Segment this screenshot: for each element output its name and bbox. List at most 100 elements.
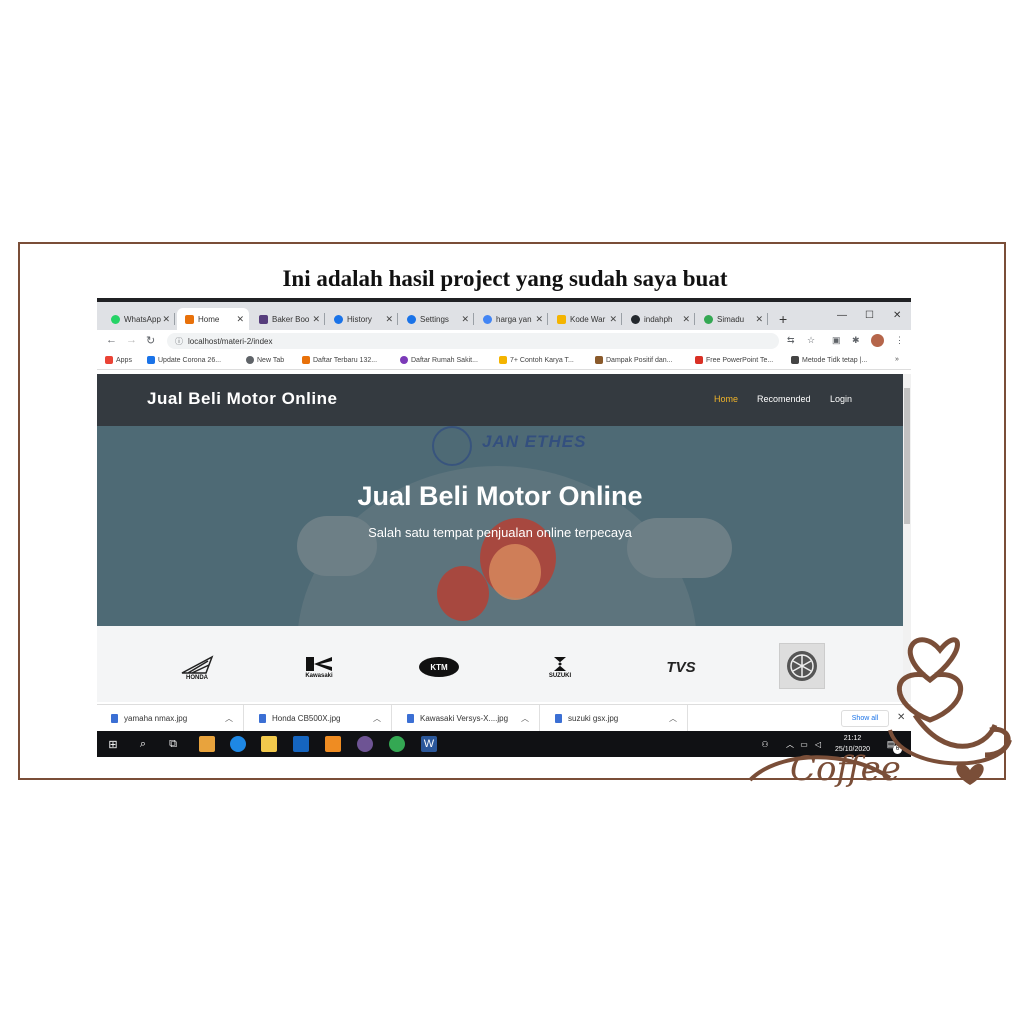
page-icon [791,356,799,364]
mail-icon[interactable] [293,736,309,752]
close-icon[interactable]: ✕ [236,314,244,325]
image-file-icon [259,714,266,723]
url-text: localhost/materi-2/index [188,336,273,346]
close-window-icon[interactable]: ✕ [893,310,901,321]
close-icon[interactable]: ✕ [461,314,469,325]
tab-bar: WhatsApp ✕ Home ✕ Baker Boo ✕ History ✕ Sett… [97,298,911,330]
nav-recommended-link[interactable]: Recomended [757,394,811,404]
download-item[interactable]: Honda CB500X.jpg ︿ [245,705,392,732]
hero-banner: JAN ETHES Jual Beli Motor Online Salah s… [97,426,903,626]
history-icon [334,314,343,324]
suzuki-logo[interactable]: SUZUKI [537,650,583,684]
tab-separator [473,313,474,325]
tab-history[interactable]: History ✕ [326,308,398,330]
search-icon[interactable]: ⌕ [135,736,151,752]
minimize-icon[interactable]: — [837,310,847,321]
close-icon[interactable]: ✕ [755,314,763,325]
ktm-logo[interactable]: KTM [417,650,461,684]
file-explorer-icon[interactable] [261,736,277,752]
task-view-icon[interactable]: ⧉ [165,736,181,752]
edge-icon[interactable] [230,736,246,752]
github-desktop-icon[interactable] [357,736,373,752]
bookmark-powerpoint[interactable]: Free PowerPoint Te... [695,356,773,364]
kawasaki-logo[interactable]: Kawasaki [299,650,339,684]
gear-icon [407,314,416,324]
github-icon [631,314,640,324]
tab-whatsapp[interactable]: WhatsApp ✕ [103,308,175,330]
bookmark-label: Free PowerPoint Te... [706,356,774,364]
nav-home-link[interactable]: Home [714,394,738,404]
logo-label: TVS [666,658,696,676]
close-icon[interactable]: ✕ [609,314,617,325]
close-icon[interactable]: ✕ [162,314,170,325]
download-item[interactable]: Kawasaki Versys-X....jpg ︿ [393,705,540,732]
close-icon[interactable]: ✕ [535,314,543,325]
heart-icon [956,763,984,785]
windows-start-icon[interactable]: ⊞ [105,736,121,752]
download-filename: yamaha nmax.jpg [124,714,188,723]
url-field[interactable]: ⓘ localhost/materi-2/index [167,333,779,349]
bookmark-label: Dampak Positif dan... [606,356,673,364]
tab-label: Home [198,314,220,324]
tab-github[interactable]: indahph ✕ [623,308,695,330]
address-bar-row: ← → ↻ ⓘ localhost/materi-2/index ⇆ ☆ ▣ ✱… [97,330,911,352]
site-brand[interactable]: Jual Beli Motor Online [147,389,337,409]
forward-icon[interactable]: → [126,334,137,346]
bookmark-apps[interactable]: Apps [105,356,132,364]
tvs-logo[interactable]: TVS [655,650,707,684]
bookmark-daftar-terbaru[interactable]: Daftar Terbaru 132... [302,356,377,364]
scrollbar-thumb[interactable] [904,388,910,524]
tab-home[interactable]: Home ✕ [177,308,249,330]
tab-label: indahph [644,314,673,324]
reload-icon[interactable]: ↻ [146,334,155,347]
nav-login-link[interactable]: Login [830,394,852,404]
profile-avatar[interactable] [871,334,884,347]
download-item[interactable]: yamaha nmax.jpg ︿ [97,705,244,732]
more-bookmarks-icon[interactable]: » [895,356,899,363]
chevron-up-icon[interactable]: ︿ [225,713,233,724]
page-icon [185,314,194,324]
bookmarks-bar: Apps Update Corona 26... New Tab Daftar … [97,352,911,370]
new-tab-button[interactable]: + [779,311,787,327]
bookmark-star-icon[interactable]: ☆ [807,335,815,346]
close-icon[interactable]: ✕ [385,314,393,325]
close-icon[interactable]: ✕ [682,314,690,325]
download-item[interactable]: suzuki gsx.jpg ︿ [541,705,688,732]
hero-subtitle: Salah satu tempat penjualan online terpe… [368,525,632,540]
close-icon[interactable]: ✕ [312,314,320,325]
sublime-icon[interactable] [325,736,341,752]
bookmark-contoh-karya[interactable]: 7+ Contoh Karya T... [499,356,574,364]
store-icon[interactable] [199,736,215,752]
logo-label: SUZUKI [548,673,572,679]
bookmark-rumah-sakit[interactable]: Daftar Rumah Sakit... [400,356,478,364]
tab-separator [397,313,398,325]
page-icon [595,356,603,364]
tab-label: Simadu [717,314,745,324]
hero-title: Jual Beli Motor Online [357,481,643,511]
maximize-icon[interactable]: ☐ [865,310,874,321]
chrome-icon[interactable] [389,736,405,752]
back-icon[interactable]: ← [106,334,117,346]
tab-baker[interactable]: Baker Boo ✕ [251,308,325,330]
bookmark-new-tab[interactable]: New Tab [246,356,284,364]
chevron-up-icon[interactable]: ︿ [521,713,529,724]
puzzle-icon[interactable]: ✱ [852,335,860,346]
bootstrap-icon [259,314,268,324]
bookmark-metode[interactable]: Metode Tidk tetap |... [791,356,867,364]
menu-icon[interactable]: ⋮ [895,335,904,346]
tab-google-search[interactable]: harga yan ✕ [475,308,548,330]
chevron-up-icon[interactable]: ︿ [669,713,677,724]
chevron-up-icon[interactable]: ︿ [373,713,381,724]
bookmark-corona[interactable]: Update Corona 26... [147,356,221,364]
translate-icon[interactable]: ⇆ [787,335,795,346]
tab-kode-warna[interactable]: Kode War ✕ [549,308,622,330]
bookmark-label: Update Corona 26... [158,356,222,364]
word-icon[interactable]: W [421,736,437,752]
honda-logo[interactable]: HONDA [175,650,219,684]
tab-settings[interactable]: Settings ✕ [399,308,474,330]
tab-simadu[interactable]: Simadu ✕ [696,308,768,330]
tab-label: WhatsApp [124,314,161,324]
extension-icon[interactable]: ▣ [832,335,841,346]
bookmark-dampak-positif[interactable]: Dampak Positif dan... [595,356,673,364]
info-icon: ⓘ [175,336,183,346]
